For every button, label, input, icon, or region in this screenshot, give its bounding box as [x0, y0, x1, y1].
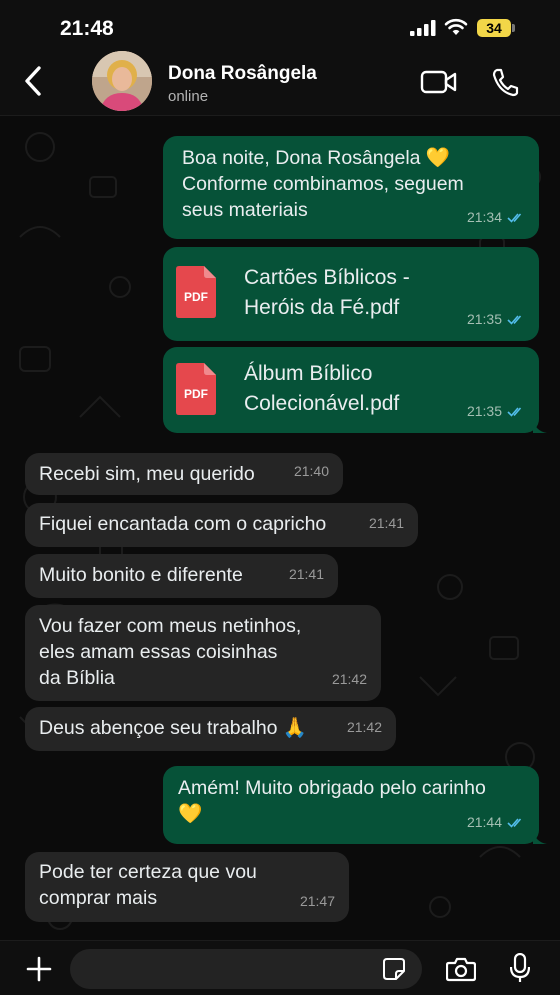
message-input[interactable] [70, 949, 422, 989]
message-line: Deus abençoe seu trabalho 🙏 [39, 717, 308, 739]
message-meta: 21:41 [289, 561, 324, 587]
contact-presence: online [168, 88, 209, 105]
message-time: 21:47 [299, 893, 335, 909]
message-line: Amém! Muito obrigado pelo carinho [178, 777, 486, 799]
message-meta: 21:42 [332, 666, 367, 692]
message-time: 21:41 [288, 566, 324, 582]
chat-header: Dona Rosângela online [0, 50, 560, 116]
file-name-line: Heróis da Fé.pdf [244, 296, 400, 319]
message-line: da Bíblia [39, 667, 115, 689]
message-time: 21:35 [466, 403, 502, 419]
file-name-line: Colecionável.pdf [244, 392, 400, 415]
message-incoming[interactable]: Recebi sim, meu querido 21:40 [25, 453, 343, 495]
message-meta: 21:44 [467, 809, 525, 835]
battery-level: 34 [477, 19, 511, 37]
message-outgoing[interactable]: Amém! Muito obrigado pelo carinho 💛 21:4… [163, 766, 547, 844]
bubble-tail [533, 830, 547, 844]
file-name-line: Cartões Bíblicos - [244, 266, 410, 289]
message-meta: 21:40 [294, 458, 329, 484]
status-bar: 21:48 34 [0, 0, 560, 50]
message-file-attachment[interactable]: PDF Álbum Bíblico Colecionável.pdf 21:35 [163, 347, 547, 433]
plus-icon[interactable] [26, 956, 52, 982]
microphone-icon[interactable] [510, 953, 530, 983]
message-line: Fiquei encantada com o capricho [39, 513, 327, 535]
battery-tip [512, 24, 515, 32]
double-check-icon [507, 817, 522, 828]
message-incoming[interactable]: Fiquei encantada com o capricho 21:41 [25, 503, 418, 547]
message-meta: 21:47 [300, 888, 335, 914]
message-time: 21:42 [331, 671, 367, 687]
phone-call-icon[interactable] [491, 67, 519, 97]
cellular-signal-icon [410, 20, 436, 36]
pdf-file-icon: PDF [176, 266, 216, 318]
camera-icon[interactable] [446, 956, 476, 982]
message-file-attachment[interactable]: PDF Cartões Bíblicos - Heróis da Fé.pdf … [163, 247, 539, 341]
video-call-icon[interactable] [420, 68, 458, 96]
file-name-line: Álbum Bíblico [244, 362, 373, 385]
message-incoming[interactable]: Pode ter certeza que vou comprar mais 21… [25, 852, 349, 922]
file-name: Álbum Bíblico Colecionável.pdf [244, 359, 399, 419]
double-check-icon [507, 212, 522, 223]
sticker-icon[interactable] [383, 958, 405, 980]
status-time: 21:48 [60, 17, 114, 40]
message-line: Vou fazer com meus netinhos, [39, 615, 302, 637]
message-incoming[interactable]: Muito bonito e diferente 21:41 [25, 554, 338, 598]
message-incoming[interactable]: Deus abençoe seu trabalho 🙏 21:42 [25, 707, 396, 751]
message-outgoing[interactable]: Boa noite, Dona Rosângela 💛 Conforme com… [163, 136, 539, 239]
message-time: 21:40 [293, 463, 329, 479]
pdf-icon-label: PDF [184, 290, 208, 304]
message-time: 21:42 [346, 719, 382, 735]
message-line: Boa noite, Dona Rosângela 💛 [182, 147, 451, 169]
double-check-icon [507, 314, 522, 325]
message-meta: 21:42 [347, 714, 382, 740]
wifi-icon [444, 18, 468, 35]
message-meta: 21:35 [467, 306, 525, 332]
pdf-icon-label: PDF [184, 387, 208, 401]
file-name: Cartões Bíblicos - Heróis da Fé.pdf [244, 263, 410, 323]
message-composer [0, 940, 560, 995]
back-chevron-icon[interactable] [20, 63, 50, 99]
message-time: 21:35 [466, 311, 502, 327]
chat-area[interactable]: Boa noite, Dona Rosângela 💛 Conforme com… [0, 117, 560, 940]
message-line: eles amam essas coisinhas [39, 641, 278, 663]
message-meta: 21:34 [467, 204, 525, 230]
message-meta: 21:35 [467, 398, 525, 424]
message-incoming[interactable]: Vou fazer com meus netinhos, eles amam e… [25, 605, 381, 701]
message-time: 21:44 [466, 814, 502, 830]
double-check-icon [507, 406, 522, 417]
message-line: Conforme combinamos, seguem [182, 173, 464, 195]
message-time: 21:41 [368, 515, 404, 531]
contact-avatar[interactable] [92, 51, 152, 111]
pdf-file-icon: PDF [176, 363, 216, 415]
contact-name[interactable]: Dona Rosângela [168, 63, 317, 85]
message-time: 21:34 [466, 209, 502, 225]
bubble-tail [533, 419, 547, 433]
avatar-photo-icon [92, 51, 152, 111]
message-meta: 21:41 [369, 510, 404, 536]
message-line: Pode ter certeza que vou [39, 861, 257, 883]
